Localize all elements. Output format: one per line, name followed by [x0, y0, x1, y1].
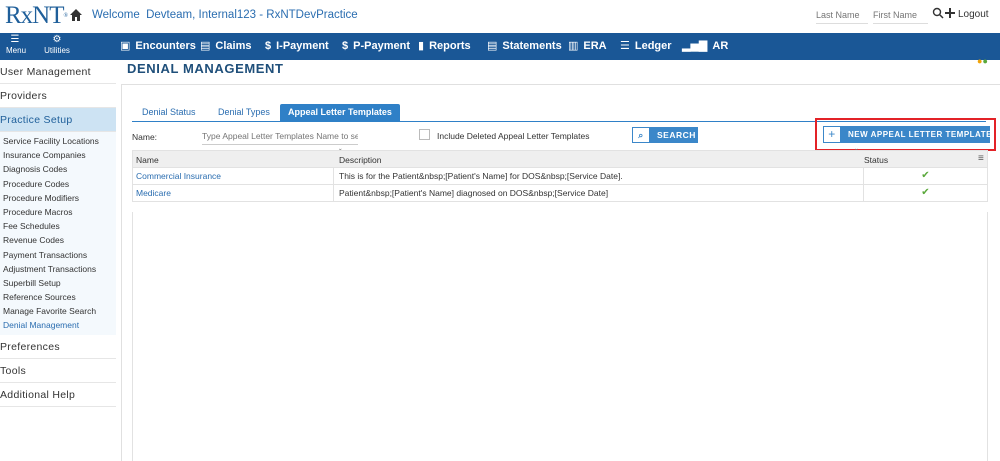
sidebar-section-preferences[interactable]: Preferences: [0, 335, 116, 359]
menu-button[interactable]: ☰ Menu: [6, 34, 26, 55]
sidebar-item-manage-favorite-search[interactable]: Manage Favorite Search: [3, 304, 116, 318]
home-icon[interactable]: [69, 8, 83, 22]
dollar-icon: $: [342, 40, 349, 52]
hamburger-icon: ☰: [10, 34, 20, 45]
logout-link[interactable]: Logout: [958, 9, 989, 20]
sidebar-section-providers[interactable]: Providers: [0, 84, 116, 108]
nav-statements[interactable]: ▤ Statements: [487, 33, 562, 60]
plus-icon: +: [823, 126, 841, 143]
column-header-name[interactable]: Name: [136, 151, 159, 169]
tab-denial-status[interactable]: Denial Status: [142, 104, 196, 121]
gear-icon: ⚙: [52, 34, 62, 45]
grid-empty-area: [132, 212, 988, 461]
status-check-icon: ✔: [863, 168, 987, 184]
main-navbar: ☰ Menu ⚙ Utilities ▣ Encounters ▤ Claims $…: [0, 33, 1000, 60]
sidebar-section-additional-help[interactable]: Additional Help: [0, 383, 116, 407]
chevron-down-icon[interactable]: ˇ: [855, 148, 858, 157]
edit-icon[interactable]: ●: [982, 56, 987, 66]
sidebar-section-tools[interactable]: Tools: [0, 359, 116, 383]
sidebar-section-user-management[interactable]: User Management: [0, 60, 116, 84]
sidebar: User Management Providers Practice Setup…: [0, 60, 116, 461]
nav-ar[interactable]: ▂▅▇ AR: [682, 33, 728, 60]
utilities-button[interactable]: ⚙ Utilities: [42, 34, 72, 55]
tab-denial-types[interactable]: Denial Types: [218, 104, 270, 121]
grid-header: Name ˇ Description ˇ Status ≡: [132, 148, 988, 169]
sidebar-item-revenue-codes[interactable]: Revenue Codes: [3, 233, 116, 247]
encounters-icon: ▣: [120, 40, 131, 52]
sidebar-item-procedure-modifiers[interactable]: Procedure Modifiers: [3, 191, 116, 205]
sidebar-item-superbill-setup[interactable]: Superbill Setup: [3, 276, 116, 290]
era-icon: ▥: [568, 40, 579, 52]
nav-p-payment[interactable]: $ P-Payment: [342, 33, 410, 60]
grid-menu-icon[interactable]: ≡: [978, 151, 984, 167]
search-button[interactable]: ⌕ SEARCH: [632, 127, 698, 143]
include-deleted-checkbox[interactable]: [419, 129, 430, 140]
sidebar-item-adjustment-transactions[interactable]: Adjustment Transactions: [3, 262, 116, 276]
new-appeal-letter-template-button[interactable]: + NEW APPEAL LETTER TEMPLATE: [823, 126, 991, 143]
top-bar: RxNT® Welcome Devteam, Internal123 - RxN…: [0, 0, 1000, 32]
claims-icon: ▤: [200, 40, 211, 52]
table-row[interactable]: Commercial Insurance This is for the Pat…: [132, 168, 988, 185]
sidebar-item-diagnosis-codes[interactable]: Diagnosis Codes: [3, 162, 116, 176]
appeal-letter-grid: Name ˇ Description ˇ Status ≡ Commercial…: [132, 148, 988, 202]
status-check-icon: ✔: [863, 185, 987, 201]
include-deleted-label: Include Deleted Appeal Letter Templates: [437, 131, 590, 141]
sidebar-item-procedure-codes[interactable]: Procedure Codes: [3, 177, 116, 191]
first-name-search-input[interactable]: [873, 6, 928, 24]
last-name-search-input[interactable]: [816, 6, 868, 24]
dollar-icon: $: [265, 40, 272, 52]
template-name-link[interactable]: Medicare: [136, 185, 331, 201]
plus-icon[interactable]: [944, 7, 956, 19]
sidebar-section-practice-setup[interactable]: Practice Setup: [0, 108, 116, 132]
statements-icon: ▤: [487, 40, 498, 52]
nav-ledger[interactable]: ☰ Ledger: [620, 33, 672, 60]
sidebar-item-procedure-macros[interactable]: Procedure Macros: [3, 205, 116, 219]
nav-era[interactable]: ▥ ERA: [568, 33, 607, 60]
help-icons[interactable]: ●●: [977, 56, 988, 66]
column-header-description[interactable]: Description: [339, 151, 382, 169]
sidebar-item-fee-schedules[interactable]: Fee Schedules: [3, 219, 116, 233]
nav-encounters[interactable]: ▣ Encounters: [120, 33, 196, 60]
ar-chart-icon: ▂▅▇: [682, 40, 708, 52]
rxnt-logo[interactable]: RxNT®: [5, 2, 68, 30]
nav-claims[interactable]: ▤ Claims: [200, 33, 251, 60]
template-name-link[interactable]: Commercial Insurance: [136, 168, 331, 184]
reports-icon: ▮: [418, 40, 425, 52]
tab-appeal-letter-templates[interactable]: Appeal Letter Templates: [280, 104, 400, 121]
column-header-status[interactable]: Status: [864, 151, 888, 169]
template-description: This is for the Patient&nbsp;[Patient's …: [333, 168, 861, 184]
name-search-input[interactable]: [202, 127, 358, 145]
sidebar-item-denial-management[interactable]: Denial Management: [3, 318, 116, 332]
sidebar-item-insurance-companies[interactable]: Insurance Companies: [3, 148, 116, 162]
sidebar-item-reference-sources[interactable]: Reference Sources: [3, 290, 116, 304]
practice-setup-submenu: Service Facility Locations Insurance Com…: [0, 132, 116, 335]
nav-i-payment[interactable]: $ I-Payment: [265, 33, 329, 60]
search-icon[interactable]: [932, 7, 944, 19]
ledger-icon: ☰: [620, 40, 630, 52]
nav-reports[interactable]: ▮ Reports: [418, 33, 471, 60]
sidebar-item-payment-transactions[interactable]: Payment Transactions: [3, 248, 116, 262]
search-icon: ⌕: [632, 127, 650, 143]
table-row[interactable]: Medicare Patient&nbsp;[Patient's Name] d…: [132, 185, 988, 202]
welcome-text: Welcome Devteam, Internal123 - RxNTDevPr…: [92, 9, 358, 21]
page-title: DENIAL MANAGEMENT: [127, 61, 284, 76]
template-description: Patient&nbsp;[Patient's Name] diagnosed …: [333, 185, 861, 201]
name-filter-label: Name:: [132, 132, 158, 142]
sidebar-item-service-facility-locations[interactable]: Service Facility Locations: [3, 134, 116, 148]
